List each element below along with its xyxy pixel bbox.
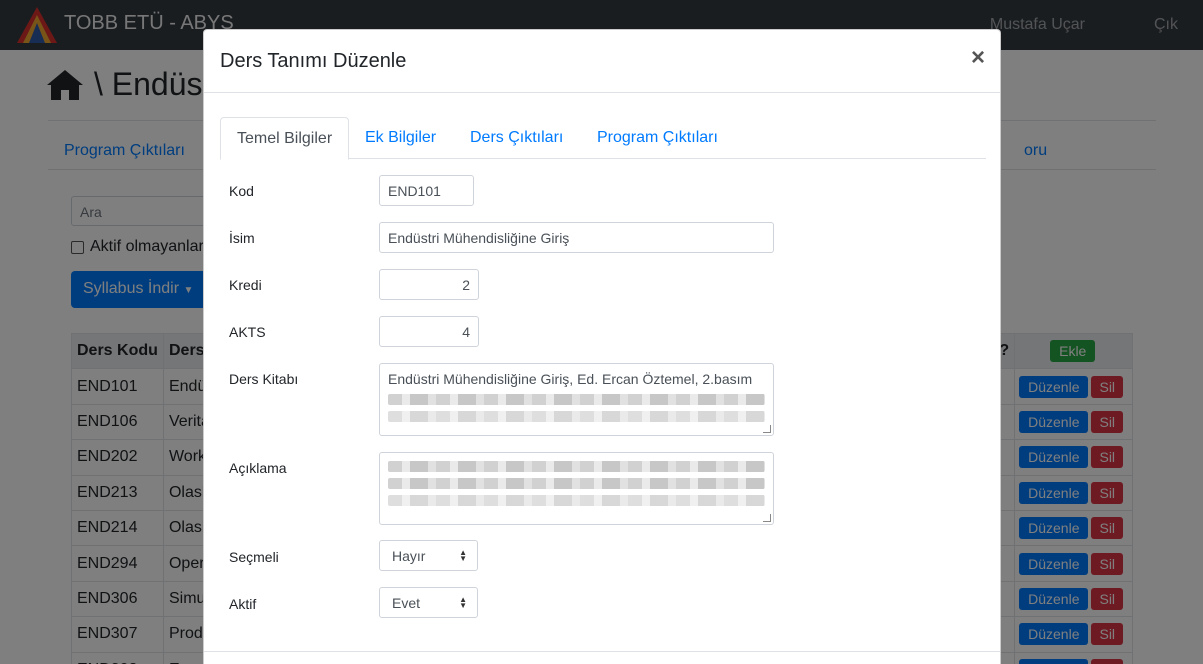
kredi-input[interactable]: 2 [379, 269, 479, 300]
select-arrows-icon: ▲ ▼ [459, 595, 467, 610]
kod-input[interactable]: END101 [379, 175, 474, 206]
edit-course-modal: Ders Tanımı Düzenle × Temel Bilgiler Ek … [203, 29, 1001, 664]
secmeli-select[interactable]: Hayır ▲ ▼ [379, 540, 478, 571]
tab-ek-bilgiler[interactable]: Ek Bilgiler [349, 117, 452, 159]
akts-input[interactable]: 4 [379, 316, 479, 347]
isim-input[interactable]: Endüstri Mühendisliğine Giriş [379, 222, 774, 253]
close-icon[interactable]: × [971, 46, 985, 70]
blurred-text [388, 394, 765, 405]
select-arrows-icon: ▲ ▼ [459, 548, 467, 563]
modal-tabs: Temel Bilgiler Ek Bilgiler Ders Çıktılar… [220, 117, 986, 160]
ders-kitabi-textarea[interactable]: Endüstri Mühendisliğine Giriş, Ed. Ercan… [379, 363, 774, 436]
resize-handle-icon[interactable] [763, 514, 771, 522]
resize-handle-icon[interactable] [763, 425, 771, 433]
tab-ders-ciktilari[interactable]: Ders Çıktıları [454, 117, 579, 159]
blurred-text [388, 495, 765, 506]
secmeli-value: Hayır [392, 548, 426, 564]
modal-title: Ders Tanımı Düzenle [220, 50, 407, 72]
akts-label: AKTS [229, 324, 266, 340]
aktif-value: Evet [392, 595, 421, 611]
aktif-label: Aktif [229, 596, 257, 612]
tab-temel-bilgiler[interactable]: Temel Bilgiler [220, 117, 350, 160]
ders-kitabi-text: Endüstri Mühendisliğine Giriş, Ed. Ercan… [388, 371, 753, 387]
tab-program-ciktilari[interactable]: Program Çıktıları [581, 117, 734, 159]
kredi-label: Kredi [229, 277, 262, 293]
blurred-text [388, 411, 765, 422]
isim-label: İsim [229, 230, 255, 246]
ders-kitabi-label: Ders Kitabı [229, 371, 299, 387]
aktif-select[interactable]: Evet ▲ ▼ [379, 587, 478, 618]
kod-label: Kod [229, 183, 254, 199]
secmeli-label: Seçmeli [229, 549, 279, 565]
aciklama-label: Açıklama [229, 460, 287, 476]
blurred-text [388, 478, 765, 489]
aciklama-textarea[interactable] [379, 452, 774, 525]
modal-footer-divider [204, 651, 1000, 652]
blurred-text [388, 461, 765, 472]
modal-header: Ders Tanımı Düzenle × [204, 30, 1000, 93]
